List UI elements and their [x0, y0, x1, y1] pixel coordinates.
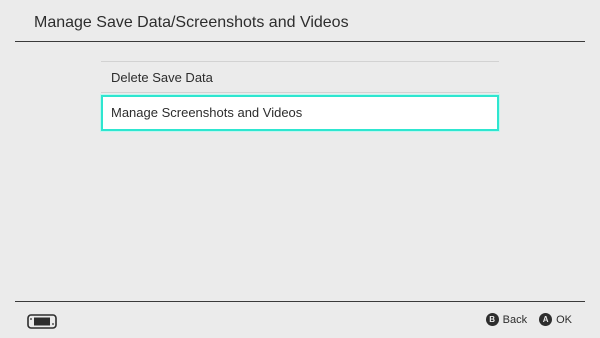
ok-label: OK: [556, 313, 572, 326]
footer-divider: [15, 301, 585, 302]
menu-list: Delete Save Data Manage Screenshots and …: [101, 61, 499, 131]
footer-hints: B Back A OK: [474, 313, 572, 326]
b-button-icon: B: [485, 313, 499, 326]
menu-item-manage-screenshots-videos[interactable]: Manage Screenshots and Videos: [101, 95, 499, 131]
handheld-console-icon: [27, 314, 57, 329]
menu-item-delete-save-data[interactable]: Delete Save Data: [101, 62, 499, 93]
back-label: Back: [502, 313, 528, 326]
back-hint[interactable]: B Back: [485, 313, 528, 326]
page-title: Manage Save Data/Screenshots and Videos: [34, 14, 349, 31]
ok-hint[interactable]: A OK: [539, 313, 572, 326]
header-divider: [15, 41, 585, 42]
a-button-icon: A: [539, 313, 553, 326]
